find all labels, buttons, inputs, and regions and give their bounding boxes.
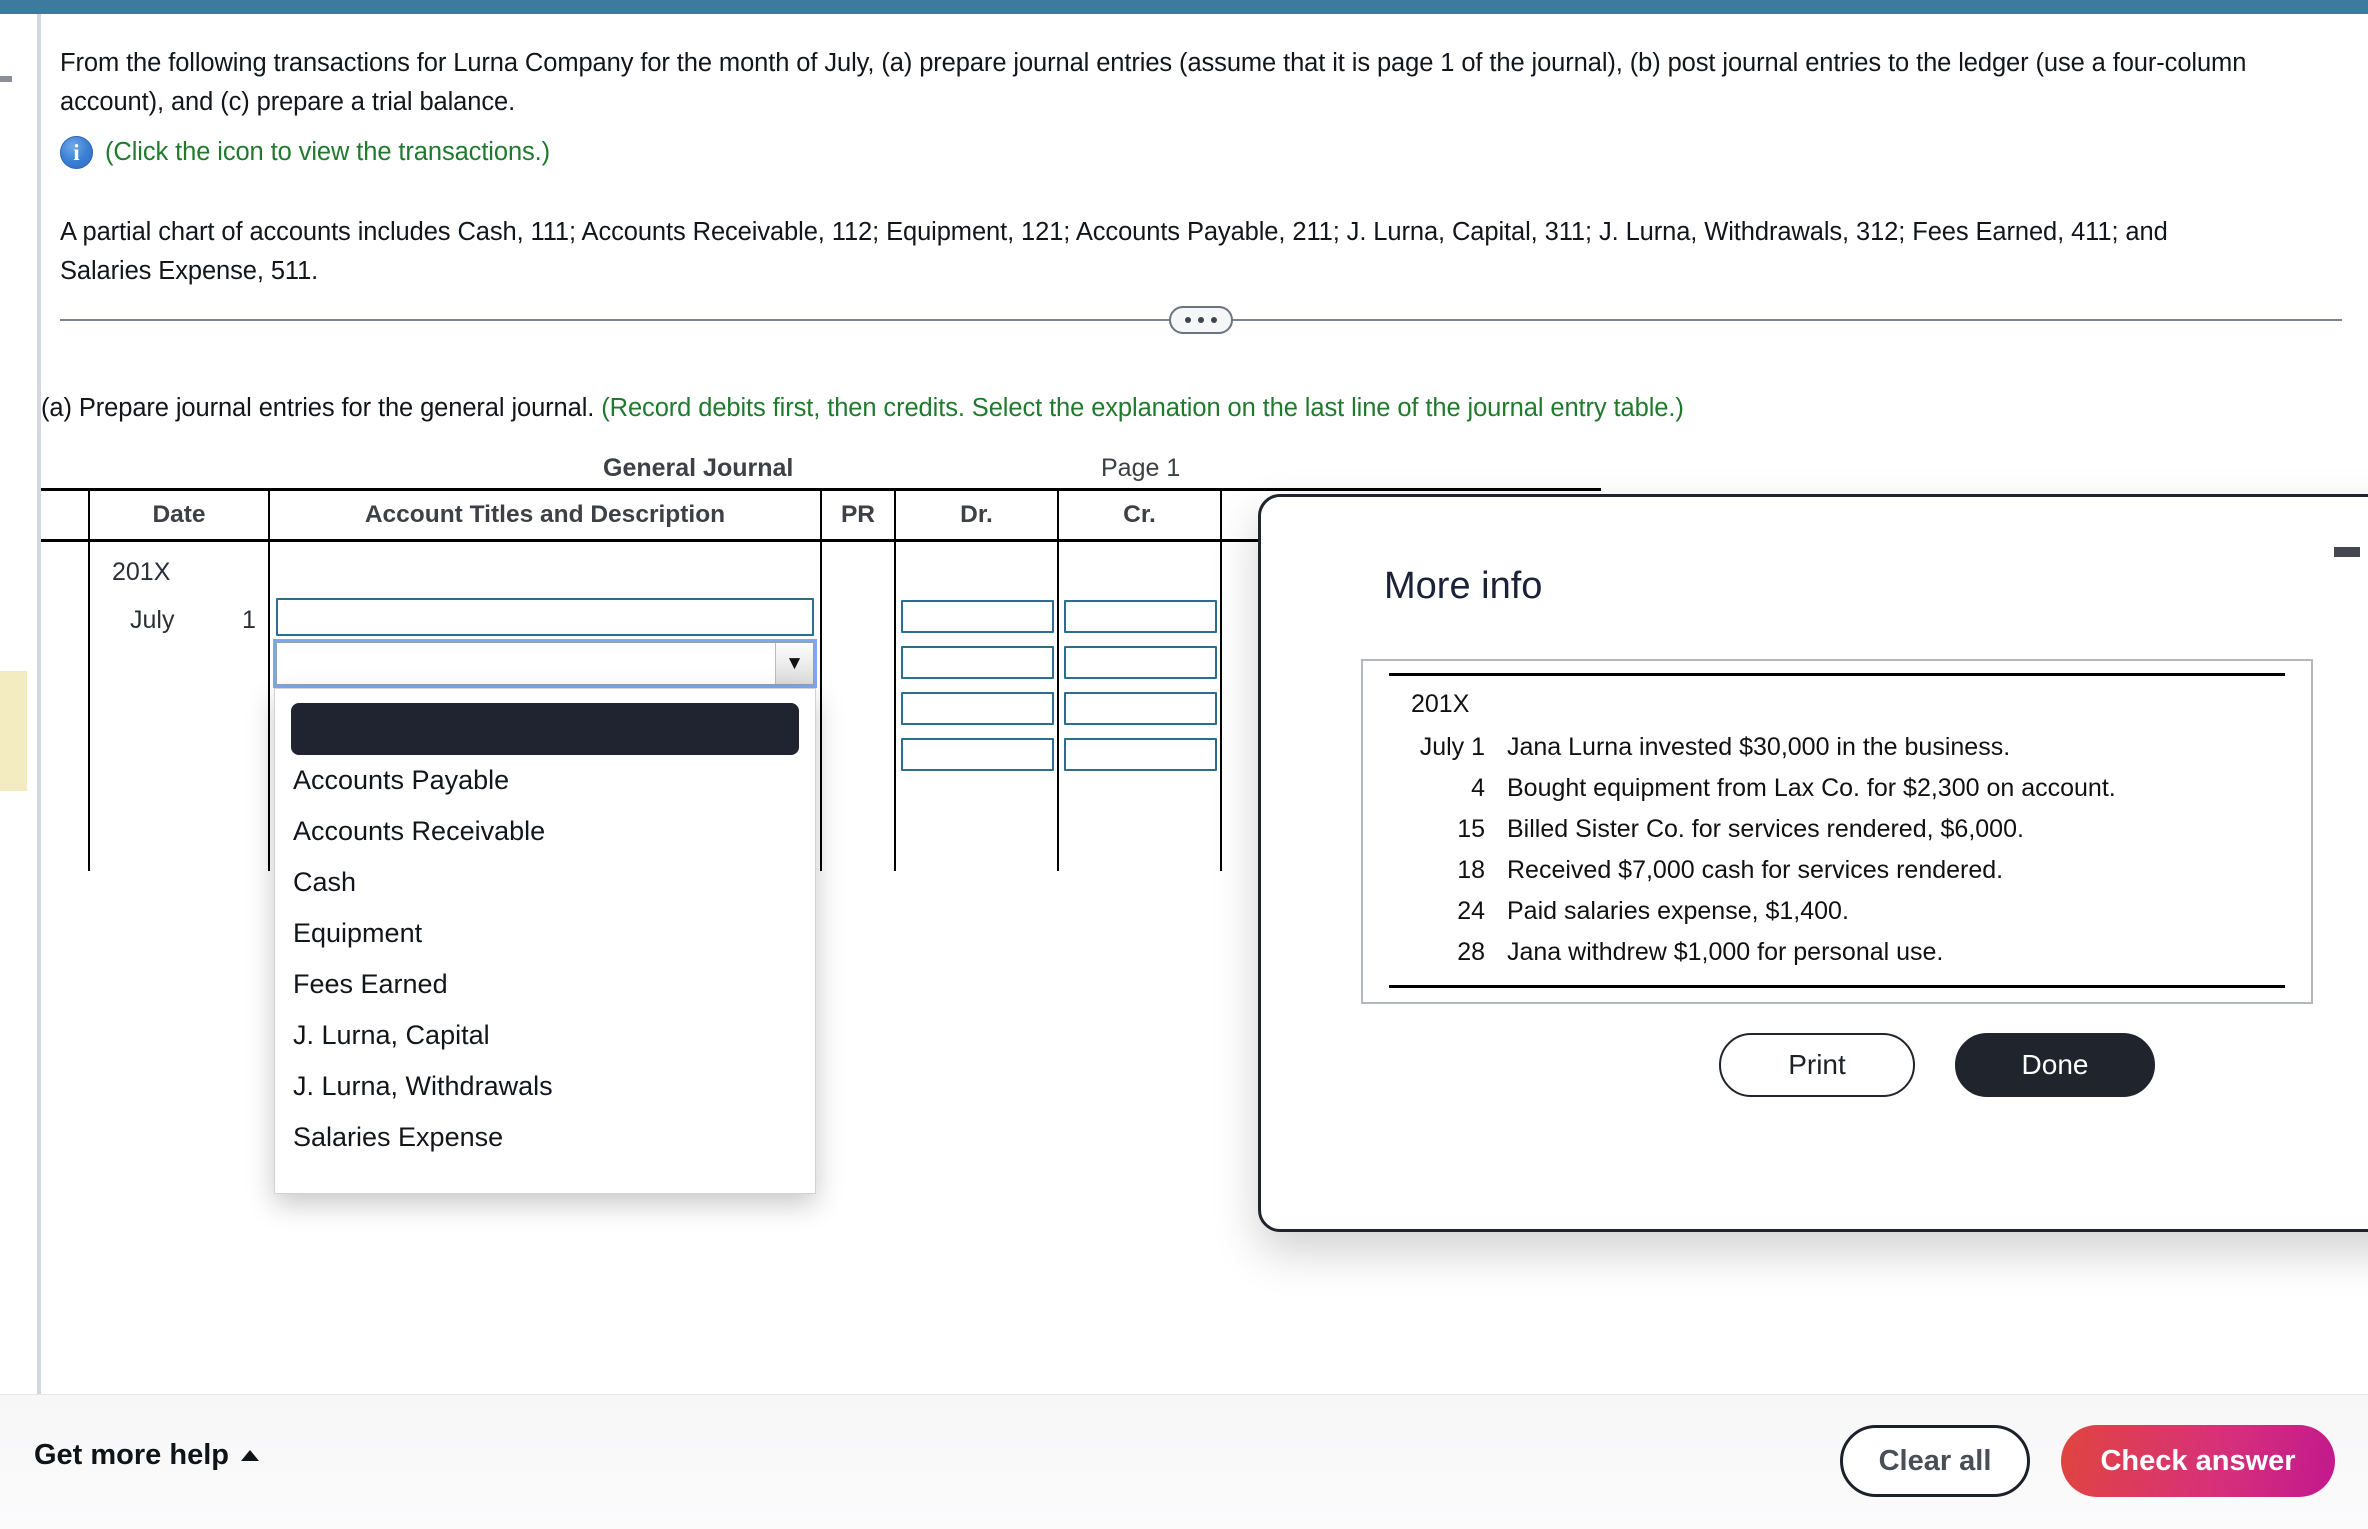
top-accent-bar xyxy=(0,0,2368,14)
dropdown-option-accounts-receivable[interactable]: Accounts Receivable xyxy=(275,806,815,857)
rail-highlight-marker xyxy=(0,671,27,791)
td-dr xyxy=(894,540,1059,871)
dropdown-option-blank[interactable] xyxy=(291,703,799,755)
transaction-text: Jana withdrew $1,000 for personal use. xyxy=(1507,938,1944,966)
transaction-row: July 1 Jana Lurna invested $30,000 in th… xyxy=(1389,727,2285,768)
dropdown-option-cash[interactable]: Cash xyxy=(275,857,815,908)
th-dr: Dr. xyxy=(894,488,1059,542)
dialog-actions: Print Done xyxy=(1261,1033,2368,1097)
date-day: 1 xyxy=(242,606,256,634)
th-cr: Cr. xyxy=(1057,488,1222,542)
ellipsis-dot xyxy=(1211,317,1217,323)
debit-input-2[interactable] xyxy=(901,646,1054,679)
view-transactions-link[interactable]: (Click the icon to view the transactions… xyxy=(105,138,550,167)
transaction-date: 18 xyxy=(1457,856,1485,884)
transaction-row: 24 Paid salaries expense, $1,400. xyxy=(1389,891,2285,932)
transaction-text: Bought equipment from Lax Co. for $2,300… xyxy=(1507,774,2116,802)
more-info-dialog: More info ✕ 201X July 1 Jana Lurna inves… xyxy=(1258,494,2368,1232)
part-a-hint: (Record debits first, then credits. Sele… xyxy=(601,394,1684,422)
dropdown-option-j-lurna-withdrawals[interactable]: J. Lurna, Withdrawals xyxy=(275,1061,815,1112)
debit-input-1[interactable] xyxy=(901,600,1054,633)
chart-note-line-1: A partial chart of accounts includes Cas… xyxy=(60,218,2168,246)
print-button[interactable]: Print xyxy=(1719,1033,1915,1097)
footer-bar: Get more help Clear all Check answer xyxy=(0,1394,2368,1529)
chart-of-accounts-note: A partial chart of accounts includes Cas… xyxy=(60,213,2340,291)
account-title-input-row-1[interactable] xyxy=(276,598,814,636)
transaction-text: Jana Lurna invested $30,000 in the busin… xyxy=(1507,733,2011,761)
transaction-date: July 1 xyxy=(1419,733,1485,761)
expand-ellipsis-button[interactable] xyxy=(1169,306,1233,334)
credit-input-2[interactable] xyxy=(1064,646,1217,679)
account-select-value xyxy=(277,643,775,684)
transaction-date: 4 xyxy=(1471,774,1485,802)
chart-note-line-2: Salaries Expense, 511. xyxy=(60,257,319,285)
get-more-help-button[interactable]: Get more help xyxy=(34,1439,259,1472)
td-account: ▼ Accounts Payable Accounts Receivable C… xyxy=(268,540,822,1194)
account-dropdown-list[interactable]: Accounts Payable Accounts Receivable Cas… xyxy=(274,688,816,1194)
minimize-icon[interactable] xyxy=(2334,547,2360,557)
done-button[interactable]: Done xyxy=(1955,1033,2155,1097)
account-select-row-2[interactable]: ▼ xyxy=(276,642,814,685)
transaction-date: 15 xyxy=(1457,815,1485,843)
prompt-line-1: From the following transactions for Lurn… xyxy=(60,49,2247,77)
credit-input-4[interactable] xyxy=(1064,738,1217,771)
th-spacer xyxy=(41,488,90,542)
dropdown-option-salaries-expense[interactable]: Salaries Expense xyxy=(275,1112,815,1163)
info-icon[interactable]: i xyxy=(60,136,93,169)
left-rail xyxy=(0,14,40,1394)
credit-input-1[interactable] xyxy=(1064,600,1217,633)
chevron-down-icon[interactable]: ▼ xyxy=(775,643,813,684)
th-account: Account Titles and Description xyxy=(268,488,822,542)
section-divider xyxy=(60,301,2342,339)
transaction-text: Paid salaries expense, $1,400. xyxy=(1507,897,1849,925)
prompt-line-2: account), and (c) prepare a trial balanc… xyxy=(60,88,516,116)
th-pr: PR xyxy=(820,488,896,542)
debit-input-4[interactable] xyxy=(901,738,1054,771)
transaction-date: 24 xyxy=(1457,897,1485,925)
dropdown-option-fees-earned[interactable]: Fees Earned xyxy=(275,959,815,1010)
credit-input-3[interactable] xyxy=(1064,692,1217,725)
td-pr xyxy=(820,540,896,871)
part-a-instruction: (a) Prepare journal entries for the gene… xyxy=(41,394,1684,423)
clear-all-button[interactable]: Clear all xyxy=(1840,1425,2030,1497)
journal-title: General Journal xyxy=(603,454,794,482)
dropdown-option-accounts-payable[interactable]: Accounts Payable xyxy=(275,755,815,806)
transaction-row: 28 Jana withdrew $1,000 for personal use… xyxy=(1389,932,2285,973)
problem-statement: From the following transactions for Lurn… xyxy=(60,44,2340,291)
view-transactions-row[interactable]: i (Click the icon to view the transactio… xyxy=(60,136,2340,169)
td-spacer xyxy=(41,540,90,871)
get-more-help-label: Get more help xyxy=(34,1439,229,1471)
rail-marker xyxy=(0,76,12,82)
dropdown-option-equipment[interactable]: Equipment xyxy=(275,908,815,959)
transaction-row: 4 Bought equipment from Lax Co. for $2,3… xyxy=(1389,768,2285,809)
transaction-text: Billed Sister Co. for services rendered,… xyxy=(1507,815,2024,843)
debit-input-3[interactable] xyxy=(901,692,1054,725)
date-year: 201X xyxy=(112,558,171,586)
ellipsis-dot xyxy=(1198,317,1204,323)
journal-caption: General Journal Page 1 xyxy=(41,454,1601,488)
dialog-title: More info xyxy=(1384,565,1543,607)
ellipsis-dot xyxy=(1185,317,1191,323)
dropdown-option-j-lurna-capital[interactable]: J. Lurna, Capital xyxy=(275,1010,815,1061)
journal-page-label: Page 1 xyxy=(1101,454,1181,482)
transactions-year: 201X xyxy=(1411,690,1470,718)
th-date: Date xyxy=(88,488,270,542)
caret-up-icon xyxy=(241,1450,259,1461)
td-date: 201X July 1 xyxy=(88,540,270,871)
transaction-date: 28 xyxy=(1457,938,1485,966)
date-month: July xyxy=(130,606,175,634)
check-answer-button[interactable]: Check answer xyxy=(2061,1425,2335,1497)
part-a-text: (a) Prepare journal entries for the gene… xyxy=(41,394,602,422)
transaction-row: 15 Billed Sister Co. for services render… xyxy=(1389,809,2285,850)
td-cr xyxy=(1057,540,1222,871)
page-root: From the following transactions for Lurn… xyxy=(0,0,2368,1529)
transaction-text: Received $7,000 cash for services render… xyxy=(1507,856,2004,884)
transactions-panel: 201X July 1 Jana Lurna invested $30,000 … xyxy=(1361,659,2313,1004)
transaction-row: 18 Received $7,000 cash for services ren… xyxy=(1389,850,2285,891)
